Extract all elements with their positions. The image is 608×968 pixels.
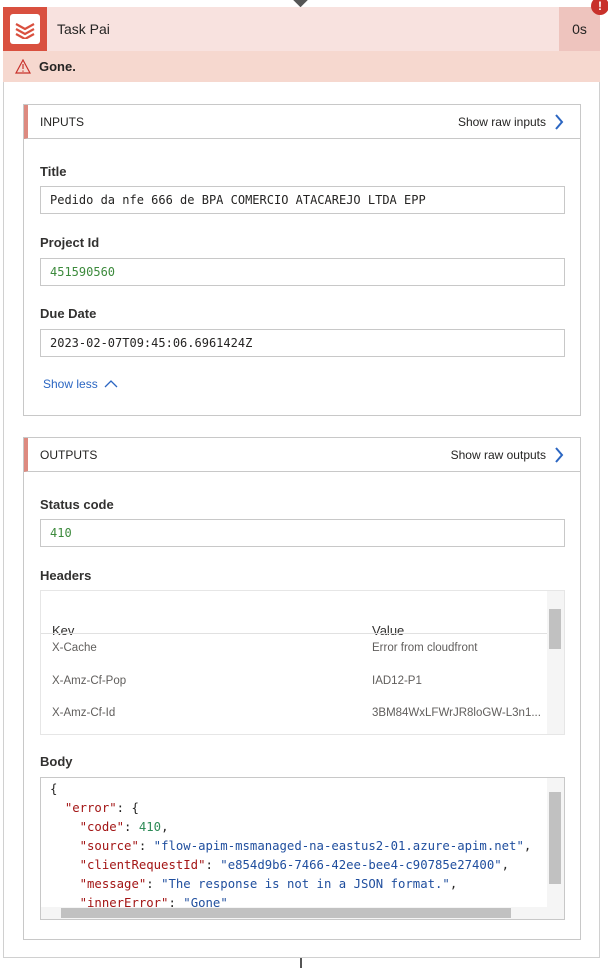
chevron-up-icon: [104, 380, 118, 388]
header-value: Error from cloudfront: [372, 642, 478, 654]
body-source-value: flow-apim-msmanaged-na-eastus2-01.azure-…: [161, 839, 517, 853]
header-key: X-Cache: [52, 642, 97, 654]
due-date-field[interactable]: 2023-02-07T09:45:06.6961424Z: [40, 329, 565, 357]
body-code-value: 410: [138, 820, 162, 834]
todoist-icon: [3, 7, 47, 51]
title-label: Title: [40, 164, 67, 179]
status-code-label: Status code: [40, 497, 114, 512]
action-title: Task Pai: [57, 21, 110, 37]
error-badge-icon: !: [591, 0, 608, 15]
column-header-key: Kev: [52, 623, 75, 638]
show-raw-inputs-label: Show raw inputs: [457, 114, 546, 129]
show-less-label: Show less: [43, 377, 98, 391]
headers-label: Headers: [40, 568, 92, 583]
due-date-label: Due Date: [40, 306, 97, 321]
headers-scrollbar[interactable]: [547, 591, 564, 734]
body-label: Body: [40, 754, 73, 769]
header-value: IAD12-P1: [372, 675, 422, 687]
project-id-field[interactable]: 451590560: [40, 258, 565, 286]
title-field[interactable]: Pedido da nfe 666 de BPA COMERCIO ATACAR…: [40, 186, 565, 214]
headers-table: Kev Value X-Cache Error from cloudfront …: [40, 590, 565, 735]
inputs-heading: INPUTS: [40, 114, 85, 129]
show-raw-inputs-button[interactable]: Show raw inputs: [457, 113, 564, 130]
header-key: X-Amz-Cf-Pop: [52, 675, 127, 687]
chevron-right-icon: [555, 113, 564, 130]
column-header-value: Value: [372, 623, 405, 638]
warning-triangle-icon: [15, 59, 31, 74]
status-code-field[interactable]: 410: [40, 519, 565, 547]
duration: 0s: [559, 7, 600, 51]
header-key: X-Amz-Cf-Id: [52, 707, 116, 719]
body-code-viewer[interactable]: { "error": { "code": 410, "source": "flo…: [40, 777, 565, 920]
connector-line: [300, 958, 302, 968]
show-raw-outputs-button[interactable]: Show raw outputs: [450, 446, 564, 463]
chevron-right-icon: [555, 446, 564, 463]
show-less-button[interactable]: Show less: [43, 377, 118, 391]
body-horizontal-scrollbar[interactable]: [41, 907, 549, 919]
show-raw-outputs-label: Show raw outputs: [450, 447, 546, 462]
body-client-request-id-value: e854d9b6-7466-42ee-bee4-c90785e27400: [227, 858, 495, 872]
error-message: Gone.: [39, 59, 76, 74]
error-banner: Gone.: [3, 51, 600, 82]
outputs-heading: OUTPUTS: [40, 447, 98, 462]
body-vertical-scrollbar[interactable]: [547, 778, 564, 919]
project-id-label: Project Id: [40, 235, 100, 250]
body-message-value: The response is not in a JSON format.: [168, 877, 443, 891]
header-value: 3BM84WxLFWrJR8loGW-L3n1...: [372, 707, 541, 719]
